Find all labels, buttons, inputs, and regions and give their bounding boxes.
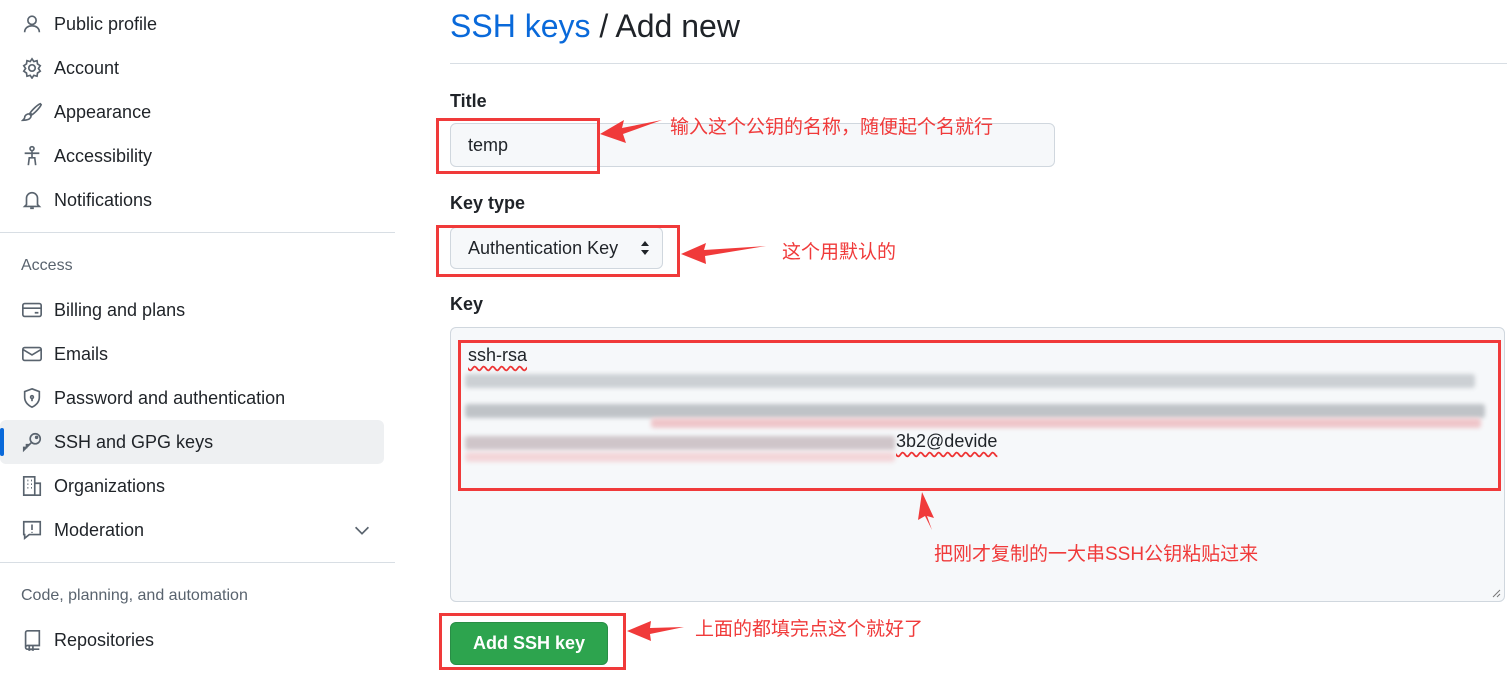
arrow-icon	[600, 120, 662, 143]
annotation-note-submit: 上面的都填完点这个就好了	[695, 619, 924, 640]
arrow-icon	[918, 492, 934, 530]
arrow-icon	[627, 621, 684, 641]
annotation-note-key: 把刚才复制的一大串SSH公钥粘贴过来	[934, 544, 1259, 565]
arrow-icon	[681, 243, 766, 264]
annotation-note-key-type: 这个用默认的	[782, 242, 897, 263]
annotation-note-title: 输入这个公钥的名称，随便起个名就行	[670, 117, 994, 138]
annotation-arrows	[600, 120, 934, 641]
